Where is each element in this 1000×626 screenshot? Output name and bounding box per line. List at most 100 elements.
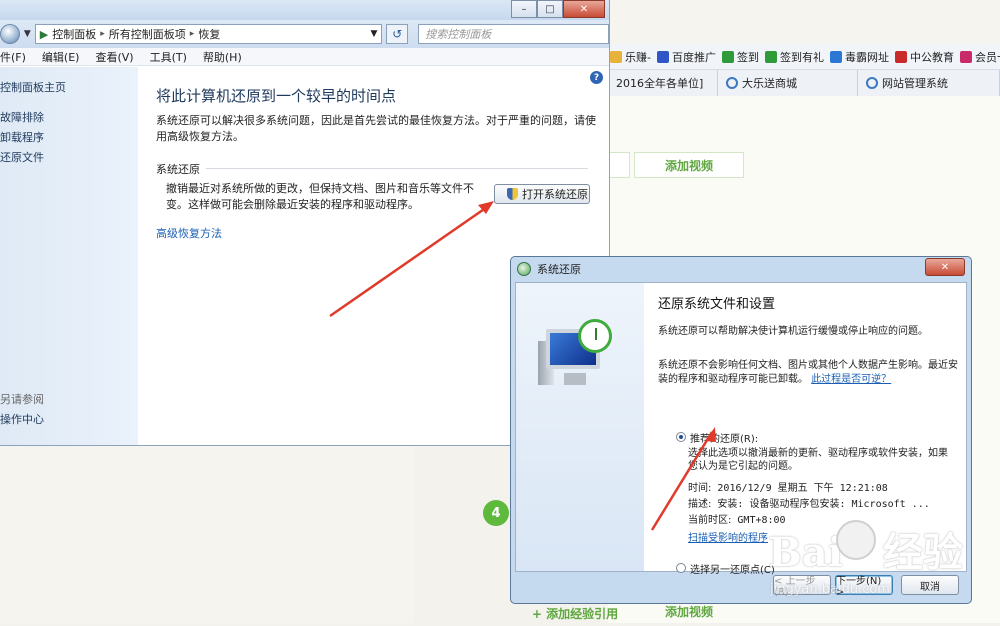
group-title: 系统还原 xyxy=(156,163,200,176)
bookmark-icon xyxy=(764,50,777,63)
dialog-paragraph-1: 系统还原可以帮助解决使计算机运行缓慢或停止响应的问题。 xyxy=(658,326,928,337)
partial-button[interactable] xyxy=(608,152,630,178)
bookmark-icon xyxy=(656,50,669,63)
cp-sidebar: 控制面板主页 故障排除 卸载程序 还原文件 另请参阅 操作中心 xyxy=(0,67,138,445)
close-button[interactable]: ✕ xyxy=(563,0,605,18)
scan-affected-programs-link[interactable]: 扫描受影响的程序 xyxy=(688,529,768,544)
menu-item[interactable]: 工具(T) xyxy=(150,49,187,65)
restore-description: 描述: 安装: 设备驱动程序包安装: Microsoft ... xyxy=(688,495,930,510)
baidu-watermark: Bai 经验 jingyan.baidu.com xyxy=(768,510,998,620)
dialog-title-bar: 系统还原 xyxy=(511,257,971,281)
bookmark-item[interactable]: 中公教育 xyxy=(894,49,954,65)
help-icon[interactable]: ? xyxy=(590,71,603,84)
page-description: 系统还原可以解决很多系统问题，因此是首先尝试的最佳恢复方法。对于严重的问题，请使… xyxy=(156,114,596,143)
breadcrumb-item[interactable]: 所有控制面板项 xyxy=(109,26,186,42)
baidu-paw-icon xyxy=(836,520,876,560)
desc-value: 安装: 设备驱动程序包安装: Microsoft ... xyxy=(717,499,930,510)
dialog-paragraph-2: 系统还原不会影响任何文档、图片或其他个人数据产生影响。最近安装的程序和驱动程序可… xyxy=(658,359,958,387)
browser-tab-label: 网站管理系统 xyxy=(882,77,948,90)
bookmark-label: 乐赚- xyxy=(625,50,651,64)
browser-tab[interactable]: 2016全年各单位] xyxy=(608,70,718,96)
breadcrumb-sep-icon: ▸ xyxy=(100,29,105,39)
browser-tab-label: 大乐送商城 xyxy=(742,77,797,90)
bookmark-label: 会员卡- xyxy=(974,50,1000,64)
sidebar-item-troubleshoot[interactable]: 故障排除 xyxy=(0,109,44,125)
bookmark-item[interactable]: 签到 xyxy=(721,49,759,65)
sidebar-item-restore-files[interactable]: 还原文件 xyxy=(0,149,44,165)
ie-icon xyxy=(726,77,738,89)
bookmarks-bar: 乐赚- 百度推广 签到 签到有礼 毒霸网址 中公教育 会员卡- xyxy=(608,44,1000,70)
dialog-heading: 还原系统文件和设置 xyxy=(658,297,776,312)
sidebar-item-uninstall[interactable]: 卸载程序 xyxy=(0,129,44,145)
step-number-badge: 4 xyxy=(483,500,509,526)
menu-item[interactable]: 件(F) xyxy=(0,49,26,65)
group-description: 撤销最近对系统所做的更改，但保持文档、图片和音乐等文件不变。这样做可能会删除最近… xyxy=(166,182,474,211)
system-restore-icon xyxy=(517,262,531,276)
bookmark-item[interactable]: 会员卡- xyxy=(959,49,1000,65)
menu-bar: 件(F) 编辑(E) 查看(V) 工具(T) 帮助(H) xyxy=(0,48,609,66)
dialog-close-button[interactable]: ✕ xyxy=(925,258,965,276)
add-video-button-top[interactable]: 添加视频 xyxy=(634,152,744,178)
menu-item[interactable]: 帮助(H) xyxy=(203,49,242,65)
choose-another-label[interactable]: 选择另一还原点(C) xyxy=(690,561,775,576)
tz-label: 当前时区: xyxy=(688,515,732,526)
cp-address-row: ▼ ▶ 控制面板 ▸ 所有控制面板项 ▸ 恢复 ▼ ↺ 搜索控制面板 xyxy=(0,20,610,48)
bookmark-icon xyxy=(721,50,734,63)
bookmark-item[interactable]: 毒霸网址 xyxy=(829,49,889,65)
see-also-label: 另请参阅 xyxy=(0,393,44,406)
menu-item[interactable]: 编辑(E) xyxy=(42,49,80,65)
browser-tab-label: 2016全年各单位] xyxy=(616,77,704,90)
dialog-paragraph-2-text: 系统还原不会影响任何文档、图片或其他个人数据产生影响。最近安装的程序和驱动程序可… xyxy=(658,360,958,385)
bookmark-label: 百度推广 xyxy=(671,50,716,64)
computer-restore-icon xyxy=(538,319,618,389)
recommended-restore-label[interactable]: 推荐的还原(R): xyxy=(690,430,758,445)
watermark-url: jingyan.baidu.com xyxy=(770,582,890,597)
bookmark-label: 签到 xyxy=(736,50,759,64)
desc-label: 描述: xyxy=(688,499,712,510)
bookmark-icon xyxy=(829,50,842,63)
browser-tab-bar: 2016全年各单位] 大乐送商城 网站管理系统 xyxy=(608,70,1000,96)
chevron-down-icon[interactable]: ▼ xyxy=(24,29,31,39)
ie-icon xyxy=(866,77,878,89)
menu-item[interactable]: 查看(V) xyxy=(95,49,133,65)
cp-title-bar: – □ ✕ xyxy=(0,0,609,20)
recommended-restore-radio[interactable] xyxy=(676,432,686,442)
back-icon[interactable] xyxy=(0,24,20,44)
divider xyxy=(206,168,588,169)
time-label: 时间: xyxy=(688,483,712,494)
breadcrumb-sep-icon: ▸ xyxy=(189,29,195,39)
minimize-button[interactable]: – xyxy=(511,0,537,18)
bookmark-item[interactable]: 百度推广 xyxy=(656,49,716,65)
open-system-restore-label: 打开系统还原 xyxy=(522,188,588,201)
bookmark-icon xyxy=(610,50,622,63)
open-system-restore-button[interactable]: 打开系统还原 xyxy=(494,184,590,204)
breadcrumb-item[interactable]: 恢复 xyxy=(198,26,220,42)
choose-another-radio[interactable] xyxy=(676,563,686,573)
time-value: 2016/12/9 星期五 下午 12:21:08 xyxy=(717,483,888,494)
reversible-link[interactable]: 此过程是否可逆？ xyxy=(811,374,891,385)
bookmark-icon xyxy=(894,50,907,63)
bookmark-item[interactable]: 签到有礼 xyxy=(764,49,824,65)
address-bar[interactable]: ▶ 控制面板 ▸ 所有控制面板项 ▸ 恢复 ▼ xyxy=(34,24,383,44)
bookmark-label: 中公教育 xyxy=(909,50,954,64)
advanced-recovery-link[interactable]: 高级恢复方法 xyxy=(156,225,222,241)
dialog-illustration xyxy=(516,283,644,571)
search-input[interactable]: 搜索控制面板 xyxy=(418,24,610,44)
browser-tab[interactable]: 大乐送商城 xyxy=(718,70,858,96)
sidebar-item-home[interactable]: 控制面板主页 xyxy=(0,79,66,95)
bookmark-label: 毒霸网址 xyxy=(844,50,889,64)
bookmark-icon xyxy=(959,50,972,63)
dialog-title: 系统还原 xyxy=(537,263,581,276)
refresh-icon[interactable]: ↺ xyxy=(386,24,409,44)
address-dropdown-icon[interactable]: ▼ xyxy=(370,29,377,39)
page-title: 将此计算机还原到一个较早的时间点 xyxy=(156,87,397,105)
breadcrumb-item[interactable]: 控制面板 xyxy=(52,26,96,42)
sidebar-item-action-center[interactable]: 操作中心 xyxy=(0,411,44,427)
bookmark-label: 签到有礼 xyxy=(779,50,824,64)
recommended-restore-description: 选择此选项以撤消最新的更新、驱动程序或软件安装，如果您认为是它引起的问题。 xyxy=(688,448,948,472)
browser-tab[interactable]: 网站管理系统 xyxy=(858,70,1000,96)
maximize-button[interactable]: □ xyxy=(537,0,563,18)
shield-icon xyxy=(507,188,518,200)
bookmark-item[interactable]: 乐赚- xyxy=(610,49,651,65)
restore-time: 时间: 2016/12/9 星期五 下午 12:21:08 xyxy=(688,479,888,494)
